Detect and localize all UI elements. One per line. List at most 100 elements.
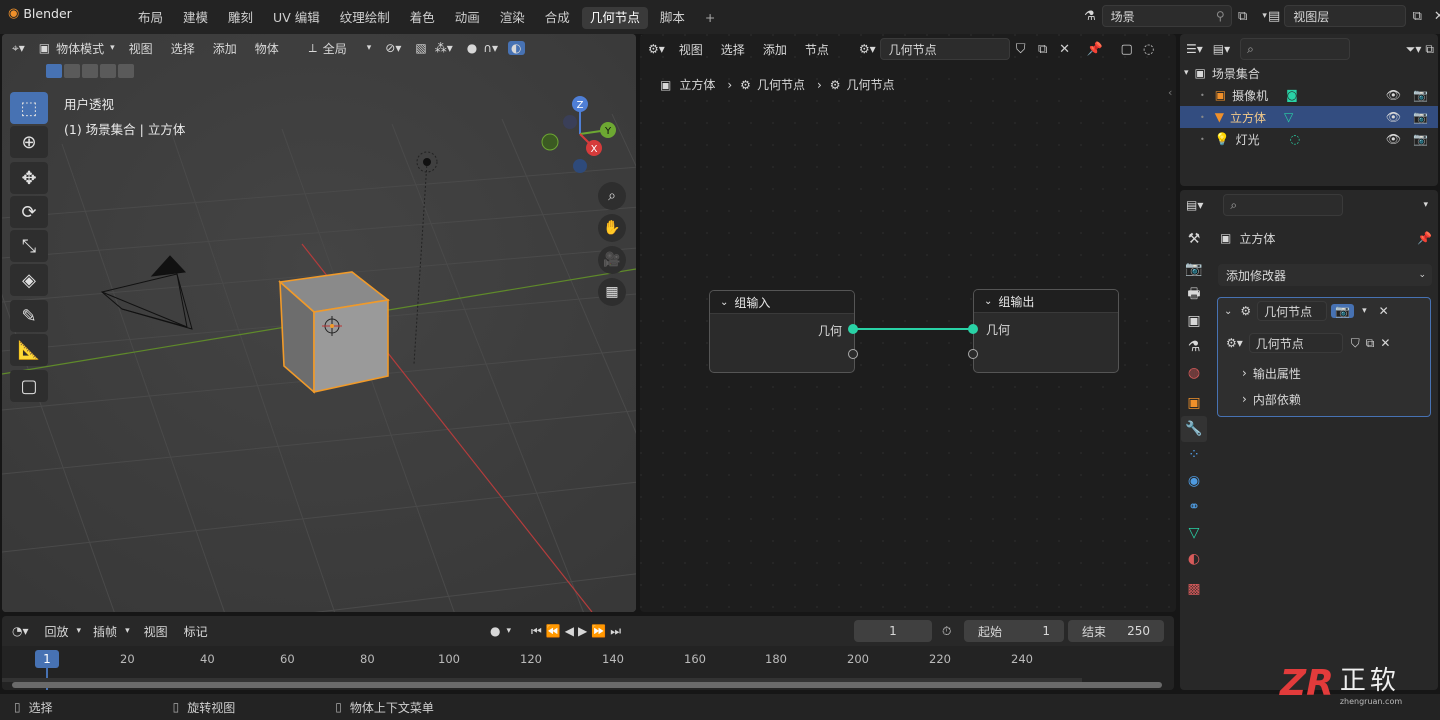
render-camera-icon[interactable]: 📷	[1413, 88, 1428, 102]
select-extend-icon[interactable]	[64, 64, 80, 78]
remove-modifier-icon[interactable]: ✕	[1379, 304, 1389, 318]
material-tab-icon[interactable]: ◐	[1181, 546, 1207, 572]
navigation-gizmo[interactable]: Z Y X	[536, 90, 626, 180]
tab-animation[interactable]: 动画	[447, 7, 488, 29]
menu-add[interactable]: 添加	[213, 40, 237, 57]
view-layer-icon[interactable]: ▤	[1268, 9, 1280, 24]
tree-row-scene-collection[interactable]: ▾ ▣ 场景集合	[1180, 62, 1438, 84]
new-scene-icon[interactable]: ⧉	[1232, 5, 1254, 27]
select-box-icon[interactable]: ⬚	[10, 92, 48, 124]
playhead[interactable]: 1	[35, 650, 59, 668]
chevron-down-icon[interactable]: ▾	[1362, 306, 1367, 316]
visibility-eye-icon[interactable]: 👁	[1386, 132, 1401, 146]
output-tab-icon[interactable]: 🖶	[1181, 282, 1207, 308]
constraints-tab-icon[interactable]: ⚭	[1181, 494, 1207, 520]
pivot-icon[interactable]: ⊘▾	[385, 41, 401, 55]
tree-row-cube[interactable]: • ▼ 立方体 ▽ 👁 📷	[1180, 106, 1438, 128]
data-tab-icon[interactable]: ▽	[1181, 520, 1207, 546]
camera-data-icon[interactable]: ◙	[1286, 88, 1298, 102]
tab-rendering[interactable]: 渲染	[492, 7, 533, 29]
menu-keying[interactable]: 插帧	[93, 623, 117, 640]
empty-socket[interactable]	[848, 349, 858, 359]
editor-type-icon[interactable]: ⌖▾	[12, 41, 25, 56]
fake-user-shield-icon[interactable]: ⛉	[1010, 38, 1032, 60]
app-menu[interactable]: ◉ Blender	[8, 6, 72, 21]
render-toggle-icon[interactable]: 📷	[1331, 304, 1355, 318]
tree-row-camera[interactable]: • ▣ 摄像机 ◙ 👁 📷	[1180, 84, 1438, 106]
scale-icon[interactable]: ⤡	[10, 230, 48, 262]
object-tab-icon[interactable]: ▣	[1181, 390, 1207, 416]
zoom-icon[interactable]: ⌕	[598, 182, 626, 210]
jump-start-icon[interactable]: ⏮	[531, 624, 542, 639]
scene-icon[interactable]: ⚗	[1084, 9, 1096, 24]
modifier-wrench-icon[interactable]: 🔧	[1181, 416, 1207, 442]
world-tab-icon[interactable]: ◍	[1181, 360, 1207, 386]
transform-orientation-dropdown[interactable]: 全局	[323, 40, 347, 57]
physics-tab-icon[interactable]: ◉	[1181, 468, 1207, 494]
ortho-grid-icon[interactable]: ▦	[598, 278, 626, 306]
editor-type-icon[interactable]: ☰▾	[1186, 42, 1203, 56]
editor-type-icon[interactable]: ▤▾	[1186, 198, 1203, 212]
camera-view-icon[interactable]: 🎥	[598, 246, 626, 274]
light-data-icon[interactable]: ◌	[1290, 132, 1300, 146]
view-layer-field[interactable]: 视图层	[1284, 5, 1407, 27]
start-frame-field[interactable]: 起始 1	[964, 620, 1064, 642]
scene-tab-icon[interactable]: ⚗	[1181, 334, 1207, 360]
cube-object[interactable]	[278, 271, 390, 394]
jump-end-icon[interactable]: ⏭	[610, 624, 621, 639]
output-socket[interactable]	[848, 324, 858, 334]
sidebar-toggle-icon[interactable]: ‹	[1168, 86, 1172, 99]
menu-node[interactable]: 节点	[805, 41, 829, 58]
close-icon[interactable]: ✕	[1054, 38, 1076, 60]
chevron-down-icon[interactable]: ▾	[506, 626, 511, 636]
expand-icon[interactable]: •	[1200, 135, 1205, 144]
expand-icon[interactable]: •	[1200, 91, 1205, 100]
menu-view[interactable]: 视图	[679, 41, 703, 58]
pin-icon[interactable]: 📌	[1417, 231, 1432, 245]
menu-view[interactable]: 视图	[129, 40, 153, 57]
play-icon[interactable]: ▶	[578, 624, 587, 638]
play-reverse-icon[interactable]: ◀	[565, 624, 574, 638]
select-difference-icon[interactable]	[100, 64, 116, 78]
fake-user-shield-icon[interactable]: ⛉	[1351, 336, 1360, 351]
3d-viewport[interactable]: ⌖▾ ▣ 物体模式 ▾ 视图 选择 添加 物体 ⟂ 全局 ▾ ⊘▾ ▧ ⁂▾ ●…	[2, 34, 636, 612]
new-collection-icon[interactable]: ⧉	[1425, 42, 1434, 57]
render-camera-icon[interactable]: 📷	[1413, 132, 1428, 146]
group-output-node[interactable]: ⌄ 组输出 几何	[973, 289, 1119, 373]
texture-tab-icon[interactable]: ▩	[1181, 576, 1207, 602]
breadcrumb-item[interactable]: 几何节点	[847, 76, 895, 93]
tab-uv-editing[interactable]: UV 编辑	[265, 7, 328, 29]
cursor-icon[interactable]: ⊕	[10, 126, 48, 158]
node-tree-field[interactable]: 几何节点	[879, 38, 1010, 60]
visibility-eye-icon[interactable]: 👁	[1386, 110, 1401, 124]
view-layer-tab-icon[interactable]: ▣	[1181, 308, 1207, 334]
annotate-icon[interactable]: ✎	[10, 300, 48, 332]
pin-icon[interactable]: ⚲	[1216, 9, 1225, 23]
move-icon[interactable]: ✥	[10, 162, 48, 194]
prev-keyframe-icon[interactable]: ⏪	[546, 624, 561, 638]
tab-scripting[interactable]: 脚本	[652, 7, 693, 29]
select-new-icon[interactable]	[46, 64, 62, 78]
add-workspace-button[interactable]: +	[697, 7, 723, 29]
menu-view[interactable]: 视图	[144, 623, 168, 640]
visibility-eye-icon[interactable]: 👁	[1386, 88, 1401, 102]
next-keyframe-icon[interactable]: ⏩	[591, 624, 606, 638]
outliner-search-input[interactable]: ⌕	[1240, 38, 1351, 60]
breadcrumb-item[interactable]: 几何节点	[757, 76, 805, 93]
group-input-node[interactable]: ⌄ 组输入 几何	[709, 290, 855, 373]
node-editor[interactable]: ⚙▾ 视图 选择 添加 节点 ⚙▾ 几何节点 ⛉ ⧉ ✕ 📌 ▢ ◌ ▣ 立方体…	[640, 34, 1176, 612]
pin-icon[interactable]: 📌	[1084, 38, 1106, 60]
node-group-field[interactable]: 几何节点	[1248, 333, 1343, 353]
duplicate-icon[interactable]: ⧉	[1366, 336, 1375, 351]
select-subtract-icon[interactable]	[82, 64, 98, 78]
menu-marker[interactable]: 标记	[184, 623, 208, 640]
snap-target-icon[interactable]: ⁂▾	[435, 41, 453, 55]
tree-row-light[interactable]: • 💡 灯光 ◌ 👁 📷	[1180, 128, 1438, 150]
shading-icon[interactable]: ◐	[508, 41, 525, 55]
node-tree-type-icon[interactable]: ⚙▾	[859, 42, 876, 56]
tab-geometry-nodes[interactable]: 几何节点	[581, 7, 648, 29]
node-header[interactable]: ⌄ 组输入	[710, 291, 854, 314]
empty-socket[interactable]	[968, 349, 978, 359]
overlay-icon[interactable]: ◌	[1138, 38, 1160, 60]
input-socket[interactable]	[968, 324, 978, 334]
